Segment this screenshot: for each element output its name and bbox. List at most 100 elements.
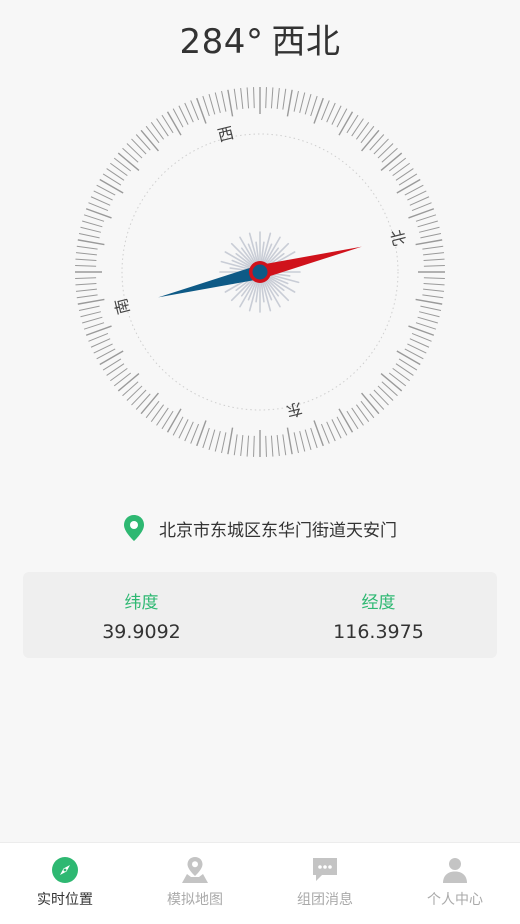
compass-tick (415, 298, 443, 305)
compass-tick (233, 434, 238, 456)
compass-tick (202, 427, 210, 449)
compass-tick (78, 305, 100, 311)
compass-tick (208, 429, 216, 450)
longitude-block: 经度 116.3975 (260, 572, 497, 658)
compass-tick (190, 100, 200, 121)
bottom-tab-bar: 实时位置 模拟地图 组团消息 个人中心 (0, 842, 520, 924)
compass-tick (106, 168, 125, 181)
compass-tick (265, 87, 267, 109)
latitude-label: 纬度 (124, 592, 159, 613)
compass-tick (253, 435, 255, 457)
compass-tick (392, 162, 410, 177)
tab-realtime-location[interactable]: 实时位置 (0, 843, 130, 924)
compass-tick (360, 400, 375, 419)
compass-tick (338, 111, 354, 136)
compass-tick (293, 432, 299, 454)
compass-tick (299, 431, 306, 452)
compass-tick (338, 408, 354, 433)
compass-tick (360, 125, 375, 144)
compass-tick (361, 129, 380, 152)
compass-svg: 西 北 南 东 (75, 87, 445, 457)
compass-tick (423, 265, 445, 267)
compass-tick (415, 214, 437, 222)
compass-tick (76, 294, 98, 299)
compass-tick (253, 87, 255, 109)
compass-tick (388, 157, 407, 172)
user-icon (443, 858, 467, 883)
compass-tick (423, 252, 445, 256)
compass-tick (246, 435, 250, 457)
compass-tick (369, 393, 385, 410)
heading-readout: 284° 西北 (0, 14, 520, 63)
tab-label: 个人中心 (427, 892, 483, 908)
longitude-value: 116.3975 (333, 620, 424, 643)
compass-tick (355, 122, 370, 140)
compass-tick (221, 90, 227, 112)
compass-tick (381, 147, 398, 163)
compass-page: 284° 西北 西 北 南 东 北京市东城区东华门街道天安门 纬度 39.909… (0, 0, 520, 924)
compass-tick (304, 94, 312, 115)
compass-tick (140, 392, 159, 415)
compass-tick (156, 118, 169, 137)
heading-direction: 西北 (271, 22, 341, 62)
compass-tick (240, 87, 244, 109)
compass-tick (135, 134, 151, 151)
compass-tick (82, 316, 103, 324)
needle-hub-inner (252, 264, 268, 280)
tab-simulated-map[interactable]: 模拟地图 (130, 843, 260, 924)
compass-tick (395, 363, 414, 376)
compass-tick (126, 385, 143, 401)
compass-tick (214, 431, 221, 452)
compass-tick (377, 143, 394, 159)
compass-tick (131, 138, 147, 155)
compass-tick (99, 350, 124, 366)
compass-tick (415, 239, 443, 246)
compass-tick (166, 408, 182, 433)
compass-tick (156, 407, 169, 426)
compass-tick (145, 125, 160, 144)
compass-tick (88, 202, 109, 212)
compass-tick (304, 429, 312, 450)
compass-tick (110, 162, 128, 177)
compass-tick (320, 100, 330, 121)
compass-tick (78, 233, 100, 239)
compass-tick (380, 373, 403, 392)
compass-tick (373, 389, 389, 406)
compass-tick (411, 332, 432, 342)
compass-tick (351, 407, 364, 426)
compass-tick (110, 367, 128, 382)
heading-degrees: 284° (179, 22, 264, 62)
tab-group-messages[interactable]: 组团消息 (260, 843, 390, 924)
compass-tick (227, 89, 234, 117)
compass-tick (396, 350, 421, 366)
compass-tick (80, 311, 101, 318)
compass-tick (82, 220, 103, 228)
compass-tick (77, 239, 105, 246)
compass-tick (282, 88, 287, 110)
compass-tick (80, 226, 101, 233)
compass-tick (299, 92, 306, 113)
tab-personal-center[interactable]: 个人中心 (390, 843, 520, 924)
compass-tick (310, 95, 318, 117)
compass-tick (361, 392, 380, 415)
longitude-label: 经度 (361, 592, 396, 613)
compass-tick (122, 381, 139, 397)
coordinates-card: 纬度 39.9092 经度 116.3975 (23, 572, 497, 658)
tab-label: 模拟地图 (167, 892, 223, 908)
needle-south (158, 265, 262, 298)
compass-tick (214, 92, 221, 113)
compass-tick (420, 305, 442, 311)
compass-tick (77, 298, 105, 305)
compass-tick (75, 277, 97, 279)
compass-tick (282, 434, 287, 456)
compass-tick (140, 129, 159, 152)
compass-tick (417, 220, 438, 228)
compass-tick (131, 389, 147, 406)
compass-tick (270, 435, 274, 457)
compass-tick (388, 372, 407, 387)
compass-tick (276, 87, 280, 109)
latitude-value: 39.9092 (102, 620, 181, 643)
compass-tick (377, 385, 394, 401)
compass-tick (233, 88, 238, 110)
compass-tick (75, 288, 97, 292)
